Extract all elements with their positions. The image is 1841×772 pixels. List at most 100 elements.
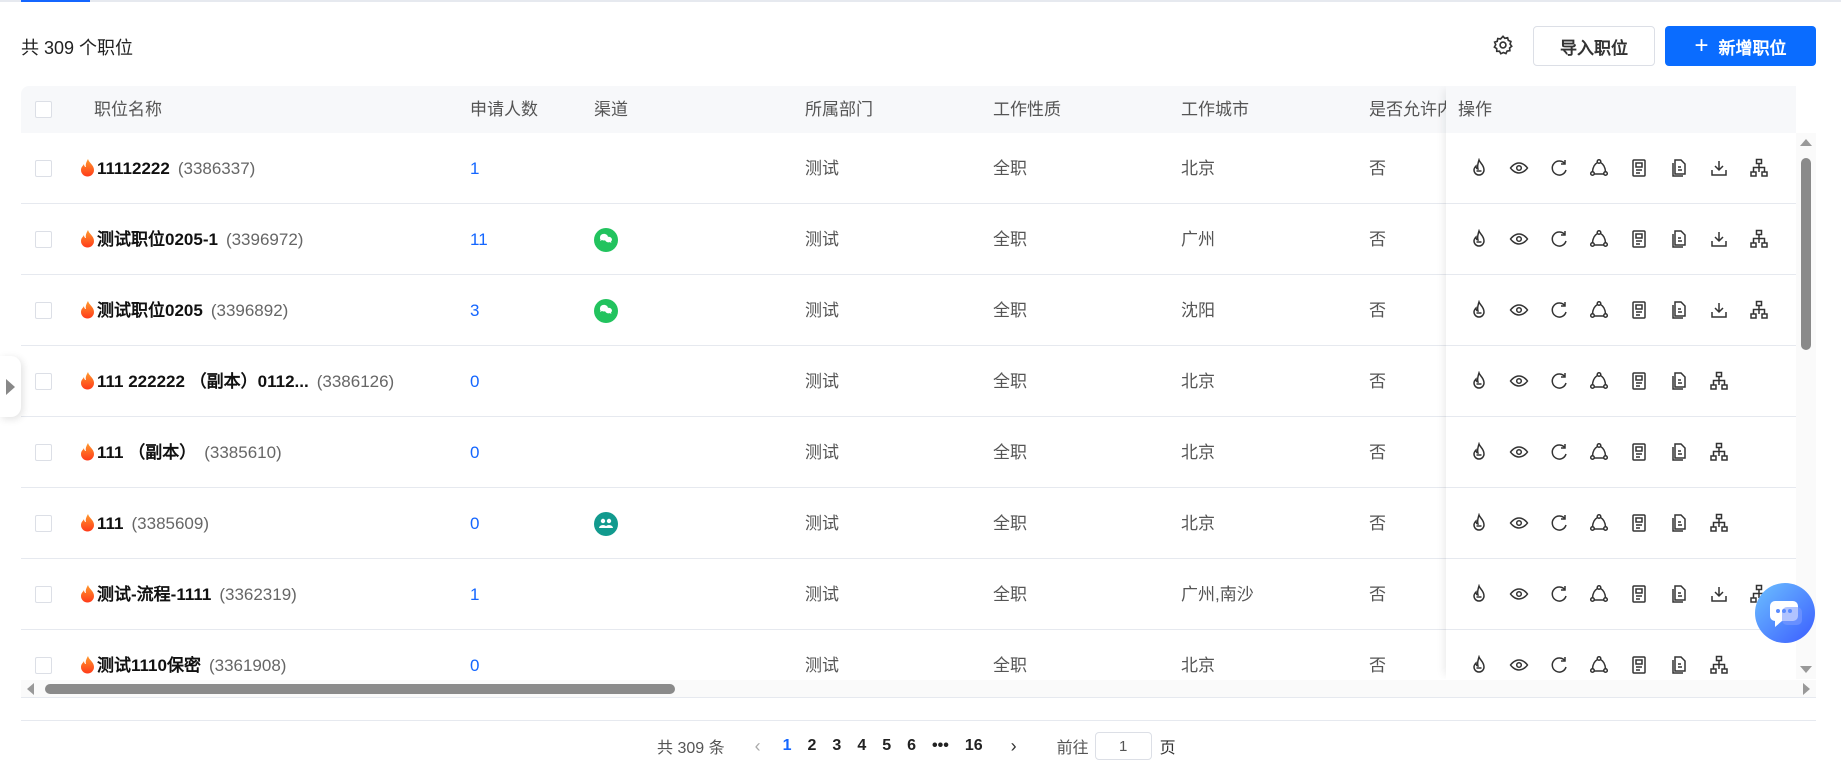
share-icon[interactable]: [1589, 513, 1609, 533]
applicants-count[interactable]: 1: [470, 559, 479, 630]
download-icon[interactable]: [1709, 158, 1729, 178]
org-chart-icon[interactable]: [1709, 442, 1729, 462]
org-chart-icon[interactable]: [1749, 229, 1769, 249]
job-name-cell[interactable]: 111 222222 （副本）0112... (3386126): [81, 346, 394, 417]
share-icon[interactable]: [1589, 442, 1609, 462]
job-name[interactable]: 111 222222 （副本）0112...: [97, 372, 309, 391]
col-allow[interactable]: 是否允许内: [1369, 86, 1454, 133]
row-checkbox[interactable]: [35, 657, 52, 674]
page-1[interactable]: 1: [783, 737, 792, 755]
refresh-icon[interactable]: [1549, 513, 1569, 533]
document-icon[interactable]: [1629, 371, 1649, 391]
fire-icon[interactable]: [1469, 513, 1489, 533]
scroll-down-icon[interactable]: [1800, 666, 1812, 673]
refresh-icon[interactable]: [1549, 229, 1569, 249]
org-chart-icon[interactable]: [1709, 513, 1729, 533]
download-icon[interactable]: [1709, 584, 1729, 604]
prev-page-icon[interactable]: ‹: [755, 736, 761, 757]
applicants-count[interactable]: 0: [470, 417, 479, 488]
page-6[interactable]: 6: [907, 737, 916, 755]
fire-icon[interactable]: [1469, 158, 1489, 178]
scroll-left-icon[interactable]: [27, 683, 34, 695]
copy-document-icon[interactable]: [1669, 513, 1689, 533]
copy-document-icon[interactable]: [1669, 158, 1689, 178]
new-job-button[interactable]: + 新增职位: [1665, 26, 1816, 66]
eye-icon[interactable]: [1509, 300, 1529, 320]
share-icon[interactable]: [1589, 300, 1609, 320]
col-department[interactable]: 所属部门: [805, 86, 873, 133]
document-icon[interactable]: [1629, 513, 1649, 533]
copy-document-icon[interactable]: [1669, 584, 1689, 604]
refresh-icon[interactable]: [1549, 300, 1569, 320]
row-checkbox[interactable]: [35, 302, 52, 319]
page-3[interactable]: 3: [832, 737, 841, 755]
scroll-right-icon[interactable]: [1803, 683, 1810, 695]
import-jobs-button[interactable]: 导入职位: [1533, 26, 1655, 66]
job-name[interactable]: 111 （副本）: [97, 443, 196, 462]
next-page-icon[interactable]: ›: [1011, 736, 1017, 757]
gear-icon[interactable]: [1492, 34, 1514, 56]
col-applicants[interactable]: 申请人数: [470, 86, 538, 133]
document-icon[interactable]: [1629, 158, 1649, 178]
fire-icon[interactable]: [1469, 584, 1489, 604]
job-name[interactable]: 测试职位0205-1: [97, 230, 218, 249]
eye-icon[interactable]: [1509, 158, 1529, 178]
job-name-cell[interactable]: 111 （副本） (3385610): [81, 417, 282, 488]
document-icon[interactable]: [1629, 300, 1649, 320]
fire-icon[interactable]: [1469, 229, 1489, 249]
eye-icon[interactable]: [1509, 229, 1529, 249]
row-checkbox[interactable]: [35, 586, 52, 603]
org-chart-icon[interactable]: [1749, 300, 1769, 320]
fire-icon[interactable]: [1469, 371, 1489, 391]
col-city[interactable]: 工作城市: [1181, 86, 1249, 133]
refresh-icon[interactable]: [1549, 442, 1569, 462]
applicants-count[interactable]: 0: [470, 346, 479, 417]
copy-document-icon[interactable]: [1669, 655, 1689, 675]
row-checkbox[interactable]: [35, 160, 52, 177]
more-pages[interactable]: •••: [932, 737, 949, 755]
refresh-icon[interactable]: [1549, 158, 1569, 178]
expand-sidebar-toggle[interactable]: [0, 356, 21, 417]
job-name-cell[interactable]: 11112222 (3386337): [81, 133, 255, 204]
eye-icon[interactable]: [1509, 513, 1529, 533]
applicants-count[interactable]: 0: [470, 630, 479, 679]
job-name[interactable]: 测试1110保密: [97, 656, 201, 675]
share-icon[interactable]: [1589, 371, 1609, 391]
vertical-scroll-thumb[interactable]: [1801, 158, 1811, 350]
refresh-icon[interactable]: [1549, 655, 1569, 675]
share-icon[interactable]: [1589, 584, 1609, 604]
eye-icon[interactable]: [1509, 584, 1529, 604]
applicants-count[interactable]: 0: [470, 488, 479, 559]
eye-icon[interactable]: [1509, 371, 1529, 391]
col-channel[interactable]: 渠道: [594, 86, 628, 133]
page-5[interactable]: 5: [882, 737, 891, 755]
goto-page-input[interactable]: [1094, 732, 1152, 760]
job-name[interactable]: 测试职位0205: [97, 301, 203, 320]
applicants-count[interactable]: 1: [470, 133, 479, 204]
share-icon[interactable]: [1589, 229, 1609, 249]
job-name-cell[interactable]: 测试职位0205-1 (3396972): [81, 204, 303, 275]
job-name-cell[interactable]: 测试-流程-1111 (3362319): [81, 559, 297, 630]
job-name-cell[interactable]: 111 (3385609): [81, 488, 209, 559]
row-checkbox[interactable]: [35, 515, 52, 532]
refresh-icon[interactable]: [1549, 584, 1569, 604]
horizontal-scrollbar[interactable]: [21, 680, 1816, 698]
download-icon[interactable]: [1709, 300, 1729, 320]
share-icon[interactable]: [1589, 158, 1609, 178]
share-icon[interactable]: [1589, 655, 1609, 675]
document-icon[interactable]: [1629, 442, 1649, 462]
col-job-nature[interactable]: 工作性质: [993, 86, 1061, 133]
copy-document-icon[interactable]: [1669, 371, 1689, 391]
select-all-checkbox[interactable]: [35, 101, 52, 118]
job-name-cell[interactable]: 测试1110保密 (3361908): [81, 630, 286, 679]
copy-document-icon[interactable]: [1669, 442, 1689, 462]
chat-support-button[interactable]: [1755, 583, 1815, 643]
copy-document-icon[interactable]: [1669, 229, 1689, 249]
horizontal-scroll-thumb[interactable]: [45, 684, 675, 694]
job-name[interactable]: 11112222: [97, 159, 170, 178]
applicants-count[interactable]: 3: [470, 275, 479, 346]
col-job-name[interactable]: 职位名称: [94, 86, 162, 133]
fire-icon[interactable]: [1469, 655, 1489, 675]
page-4[interactable]: 4: [857, 737, 866, 755]
applicants-count[interactable]: 11: [470, 204, 488, 275]
